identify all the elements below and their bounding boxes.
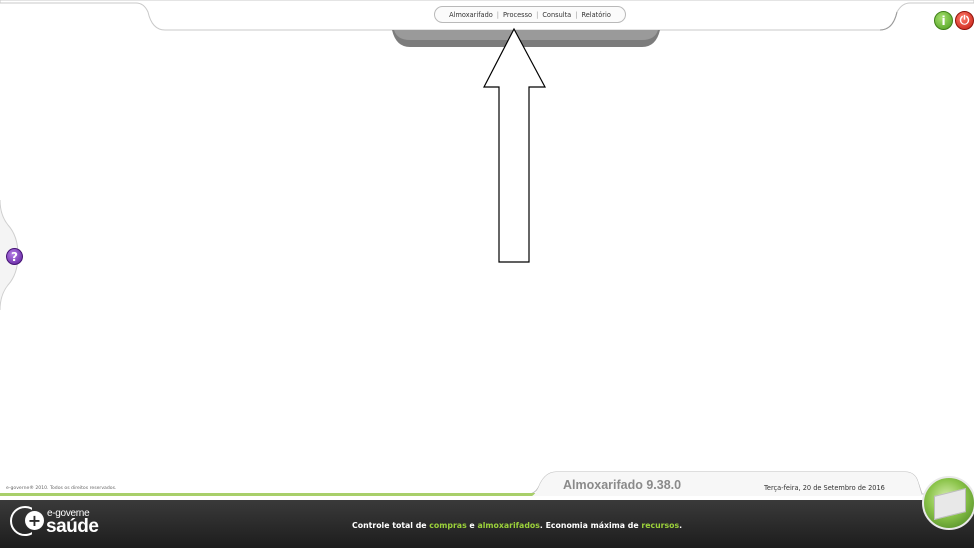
tagline-part: e <box>466 521 478 530</box>
menu-item-almoxarifado[interactable]: Almoxarifado <box>445 11 497 19</box>
logo-text-line2: saúde <box>46 516 99 537</box>
info-icon[interactable]: i <box>934 11 953 30</box>
current-date: Terça-feira, 20 de Setembro de 2016 <box>764 484 885 492</box>
footer-upper-shape <box>0 471 974 496</box>
tagline-part: Controle total de <box>352 521 430 530</box>
top-menu: Almoxarifado | Processo | Consulta | Rel… <box>434 6 626 23</box>
app-version: Almoxarifado 9.38.0 <box>563 478 682 492</box>
tagline-part: . Economia máxima de <box>539 521 642 530</box>
tagline-highlight: recursos <box>641 521 680 530</box>
tagline-highlight: compras <box>429 521 467 530</box>
menu-item-consulta[interactable]: Consulta <box>538 11 575 19</box>
power-icon[interactable]: ⏻ <box>955 11 974 30</box>
copyright-text: e-governe® 2010. Todos os direitos reser… <box>6 486 117 491</box>
footer-tagline: Controle total de compras e almoxarifado… <box>352 521 682 530</box>
tagline-part: . <box>679 521 683 530</box>
menu-item-relatorio[interactable]: Relatório <box>577 11 614 19</box>
help-icon[interactable]: ? <box>6 248 23 265</box>
tagline-highlight: almoxarifados <box>477 521 540 530</box>
logo-plus-icon: + <box>25 511 44 530</box>
menu-item-processo[interactable]: Processo <box>499 11 536 19</box>
up-arrow-annotation <box>483 27 547 263</box>
